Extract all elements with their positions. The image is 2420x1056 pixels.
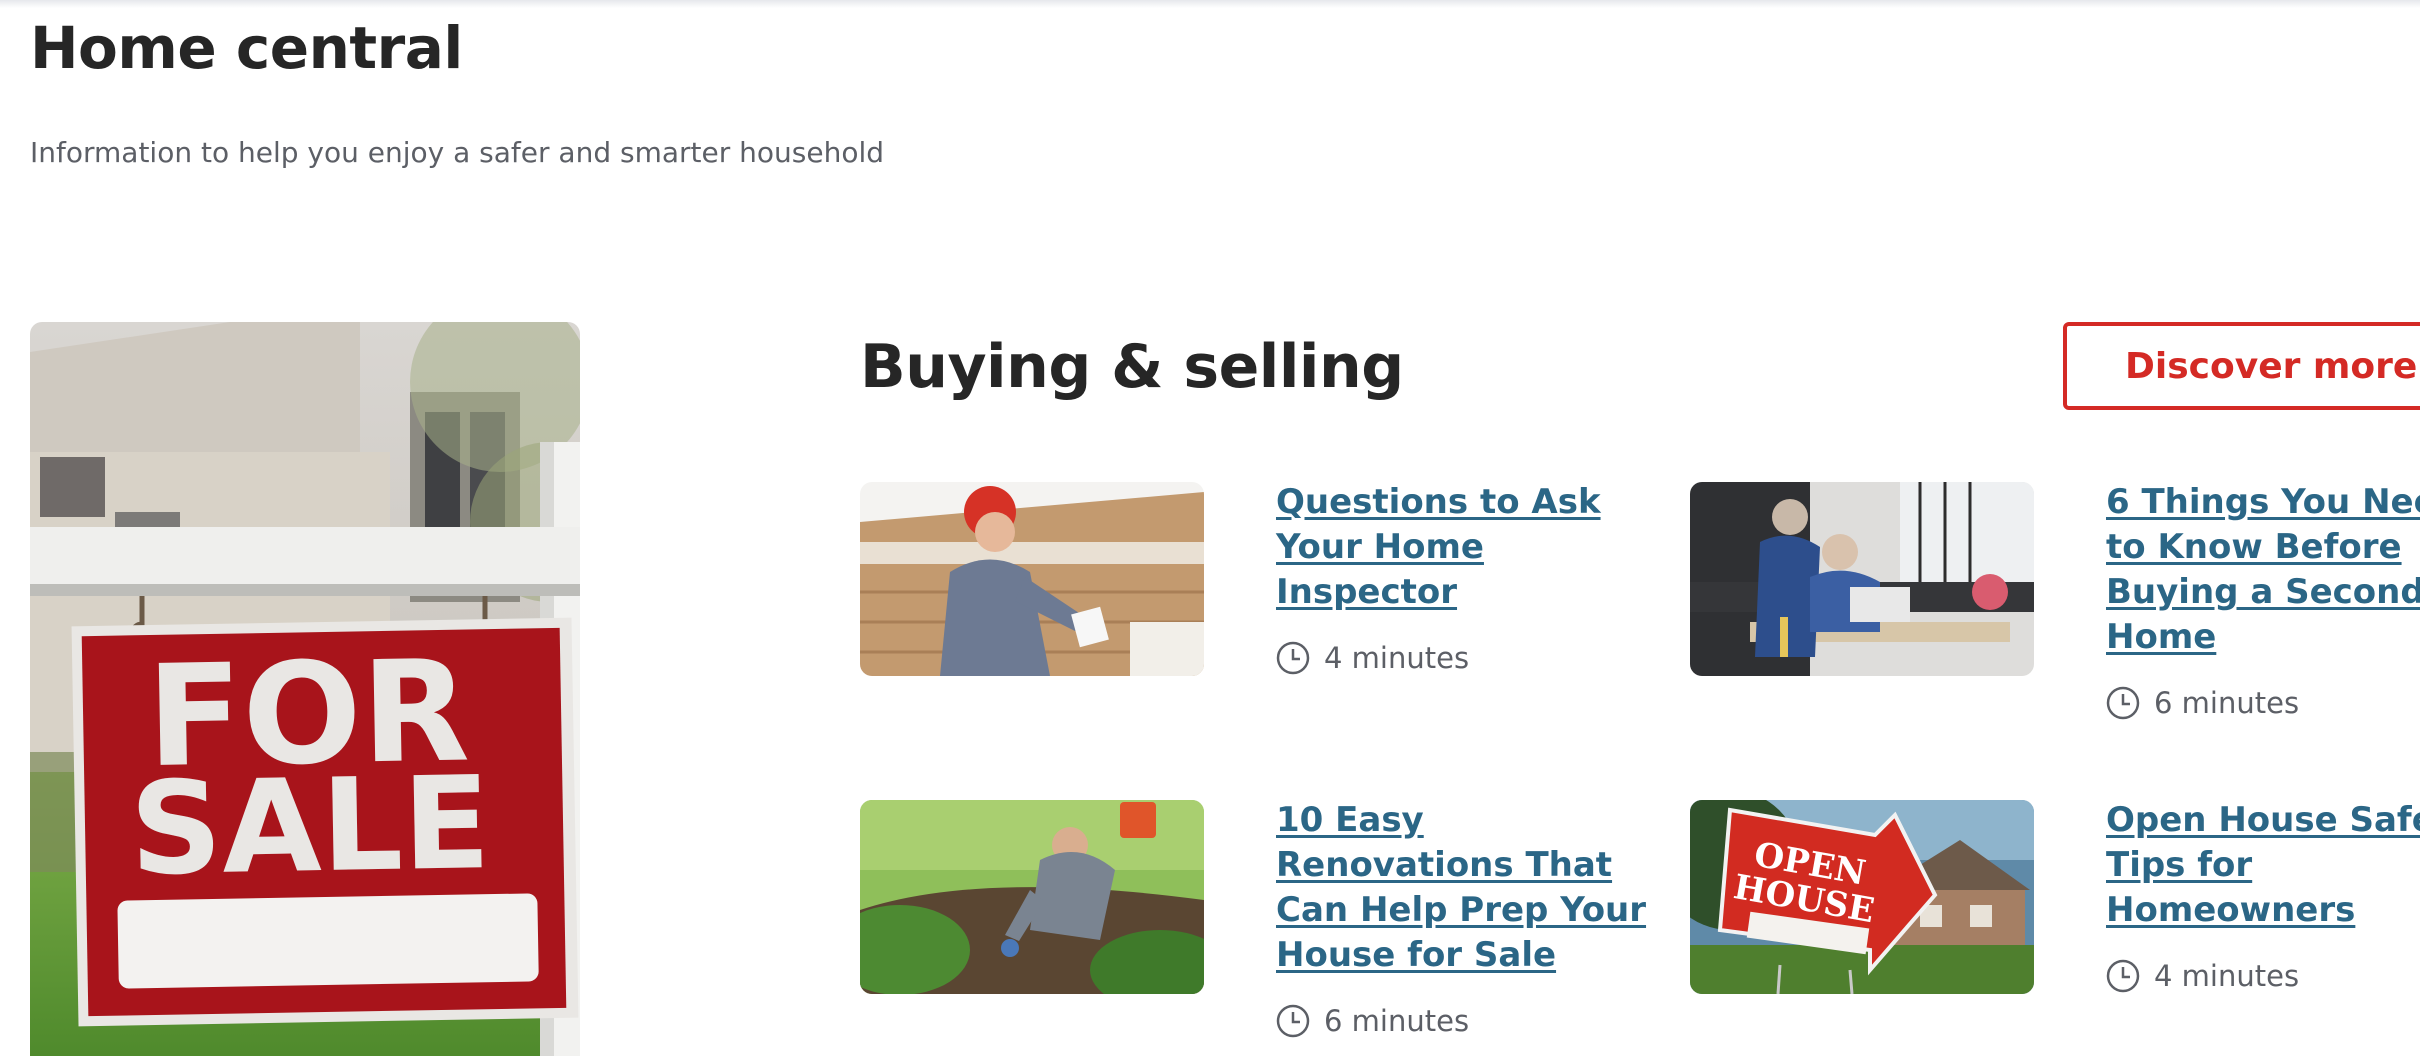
article-link-open-house[interactable]: Open House Safety Tips for Homeowners (2106, 798, 2420, 933)
article-thumbnail-second-home[interactable] (1690, 482, 2034, 676)
article-link-renovations[interactable]: 10 Easy Renovations That Can Help Prep Y… (1276, 798, 1646, 978)
top-shadow (0, 0, 2420, 8)
page-subtitle: Information to help you enjoy a safer an… (30, 136, 885, 169)
article-read-time: 6 minutes (2106, 686, 2299, 720)
hero-sign-sale: SALE (129, 749, 492, 904)
article-read-time: 4 minutes (1276, 641, 1469, 675)
section-title: Buying & selling (860, 332, 1404, 402)
article-thumbnail-open-house[interactable]: OPEN HOUSE (1690, 800, 2034, 994)
article-link-inspector[interactable]: Questions to Ask Your Home Inspector (1276, 480, 1606, 615)
clock-icon (1276, 641, 1310, 675)
article-read-time: 4 minutes (2106, 959, 2299, 993)
article-thumbnail-renovations[interactable] (860, 800, 1204, 994)
page-title: Home central (30, 14, 463, 82)
discover-more-button[interactable]: Discover more (2063, 322, 2420, 410)
hero-image: FOR SALE (30, 322, 580, 1056)
clock-icon (1276, 1004, 1310, 1038)
article-read-time: 6 minutes (1276, 1004, 1469, 1038)
clock-icon (2106, 959, 2140, 993)
article-link-second-home[interactable]: 6 Things You Need to Know Before Buying … (2106, 480, 2420, 660)
clock-icon (2106, 686, 2140, 720)
article-thumbnail-inspector[interactable] (860, 482, 1204, 676)
